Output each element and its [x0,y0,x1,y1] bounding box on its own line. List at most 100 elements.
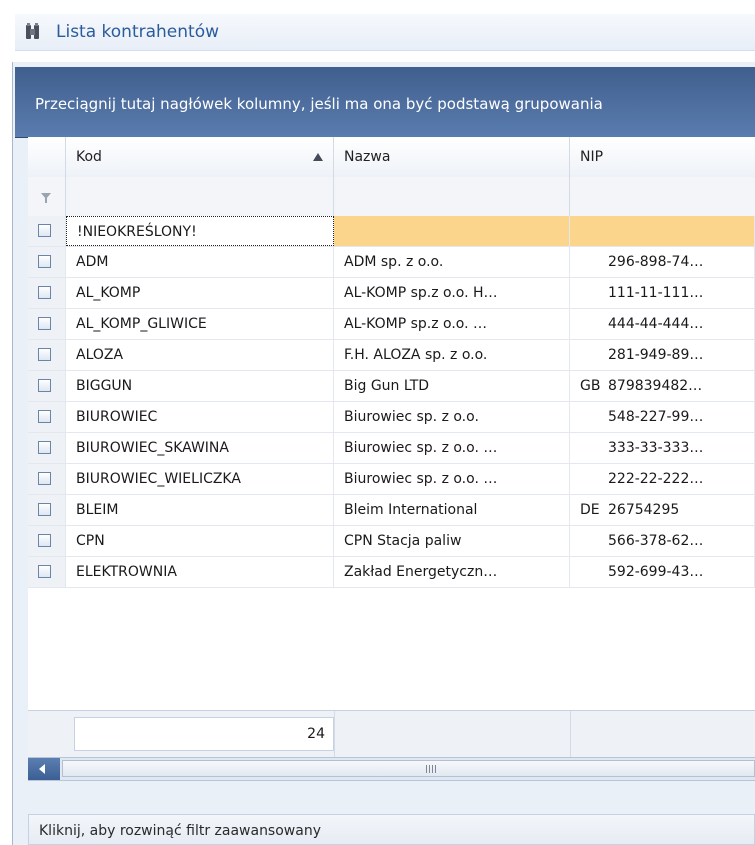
filter-input-nazwa[interactable] [334,177,570,216]
row-select-cell[interactable] [28,495,66,525]
row-checkbox[interactable] [38,224,51,237]
row-checkbox[interactable] [38,286,51,299]
cell-nazwa: CPN Stacja paliw [334,526,570,556]
table-row[interactable]: ELEKTROWNIA Zakład Energetyczn… 592-699-… [28,557,755,588]
row-checkbox[interactable] [38,441,51,454]
cell-nip: 296-898-74… [608,247,755,277]
cell-nazwa: Big Gun LTD [334,371,570,401]
cell-nip [608,216,755,246]
cell-nazwa: Zakład Energetyczn… [334,557,570,587]
table-row[interactable]: BIUROWIEC Biurowiec sp. z o.o. 548-227-9… [28,402,755,433]
table-row[interactable]: BIUROWIEC_WIELICZKA Biurowiec sp. z o.o.… [28,464,755,495]
advanced-filter-toggle[interactable]: Kliknij, aby rozwinąć filtr zaawansowany [28,814,755,845]
row-select-cell[interactable] [28,216,66,246]
cell-kraj [570,278,608,308]
column-header-nip[interactable]: NIP [570,137,755,177]
cell-nip: 281-949-89… [608,340,755,370]
cell-kod: BIGGUN [66,371,334,401]
row-select-cell[interactable] [28,309,66,339]
cell-kraj [570,402,608,432]
table-row[interactable]: BIUROWIEC_SKAWINA Biurowiec sp. z o.o. …… [28,433,755,464]
table-row[interactable]: AL_KOMP AL-KOMP sp.z o.o. H… 111-11-111… [28,278,755,309]
cell-nip: 592-699-43… [608,557,755,587]
row-checkbox[interactable] [38,255,51,268]
cell-kod: CPN [66,526,334,556]
row-select-cell[interactable] [28,526,66,556]
cell-nazwa: AL-KOMP sp.z o.o. H… [334,278,570,308]
row-checkbox[interactable] [38,348,51,361]
row-select-cell[interactable] [28,557,66,587]
row-select-cell[interactable] [28,402,66,432]
column-header-nip-label: NIP [580,149,604,165]
contractors-grid[interactable]: Kod Nazwa NIP !NIEOKREŚLONY! ADM ADM sp.… [28,137,755,757]
horizontal-scrollbar[interactable] [28,757,755,781]
cell-nip: 26754295 [608,495,755,525]
row-select-cell[interactable] [28,247,66,277]
cell-nazwa: Biurowiec sp. z o.o. [334,402,570,432]
cell-kod: BIUROWIEC_WIELICZKA [66,464,334,494]
group-by-panel[interactable]: Przeciągnij tutaj nagłówek kolumny, jeśl… [15,67,755,138]
advanced-filter-label: Kliknij, aby rozwinąć filtr zaawansowany [39,823,321,839]
cell-nazwa [334,216,570,246]
cell-nazwa: AL-KOMP sp.z o.o. … [334,309,570,339]
row-checkbox[interactable] [38,503,51,516]
table-row[interactable]: AL_KOMP_GLIWICE AL-KOMP sp.z o.o. … 444-… [28,309,755,340]
arrow-left-icon [39,764,45,774]
scroll-left-button[interactable] [28,758,60,780]
cell-kraj [570,247,608,277]
column-header-kod-label: Kod [76,149,102,165]
column-header-nazwa[interactable]: Nazwa [334,137,570,177]
window-title: Lista kontrahentów [56,22,220,42]
cell-kraj [570,309,608,339]
cell-kraj: DE [580,502,600,518]
filter-funnel-stem [45,198,47,203]
cell-nazwa: ADM sp. z o.o. [334,247,570,277]
row-checkbox[interactable] [38,565,51,578]
table-row[interactable]: ADM ADM sp. z o.o. 296-898-74… [28,247,755,278]
cell-kod: !NIEOKREŚLONY! [66,216,334,246]
scrollbar-thumb[interactable] [62,760,755,777]
sort-ascending-icon [313,153,323,161]
table-row[interactable]: CPN CPN Stacja paliw 566-378-62… [28,526,755,557]
row-select-cell[interactable] [28,340,66,370]
cell-nip: 566-378-62… [608,526,755,556]
cell-kraj [570,464,608,494]
filter-input-nip[interactable] [570,177,755,216]
row-select-cell[interactable] [28,433,66,463]
table-row[interactable]: BIGGUN Big Gun LTD GB 879839482… [28,371,755,402]
column-header-kod[interactable]: Kod [66,137,334,177]
table-row[interactable]: ALOZA F.H. ALOZA sp. z o.o. 281-949-89… [28,340,755,371]
record-count-summary: 24 [74,717,334,751]
row-checkbox[interactable] [38,379,51,392]
cell-kraj [570,340,608,370]
cell-kraj [570,526,608,556]
row-select-cell[interactable] [28,464,66,494]
cell-nazwa: Biurowiec sp. z o.o. … [334,464,570,494]
grip-icon [426,765,438,773]
cell-nip: 222-22-222… [608,464,755,494]
cell-nip: 444-44-444… [608,309,755,339]
table-row[interactable]: BLEIM Bleim International DE 26754295 [28,495,755,526]
cell-kraj: GB [580,378,601,394]
row-select-cell[interactable] [28,371,66,401]
summary-separator [334,711,335,757]
cell-kod: AL_KOMP [66,278,334,308]
cell-kod: ELEKTROWNIA [66,557,334,587]
row-checkbox[interactable] [38,410,51,423]
row-checkbox[interactable] [38,317,51,330]
cell-nip: 333-33-333… [608,433,755,463]
table-row[interactable]: !NIEOKREŚLONY! [28,216,755,247]
cell-nip: 548-227-99… [608,402,755,432]
summary-footer-row: 24 [28,710,755,757]
filter-input-kod[interactable] [66,177,334,216]
summary-separator [570,711,571,757]
header-selector-cell[interactable] [28,137,66,177]
cell-kraj [570,216,608,246]
cell-kod: BLEIM [66,495,334,525]
filter-selector-cell[interactable] [28,177,66,216]
cell-kraj [570,557,608,587]
row-select-cell[interactable] [28,278,66,308]
row-checkbox[interactable] [38,472,51,485]
cell-nip: 879839482… [608,371,755,401]
row-checkbox[interactable] [38,534,51,547]
